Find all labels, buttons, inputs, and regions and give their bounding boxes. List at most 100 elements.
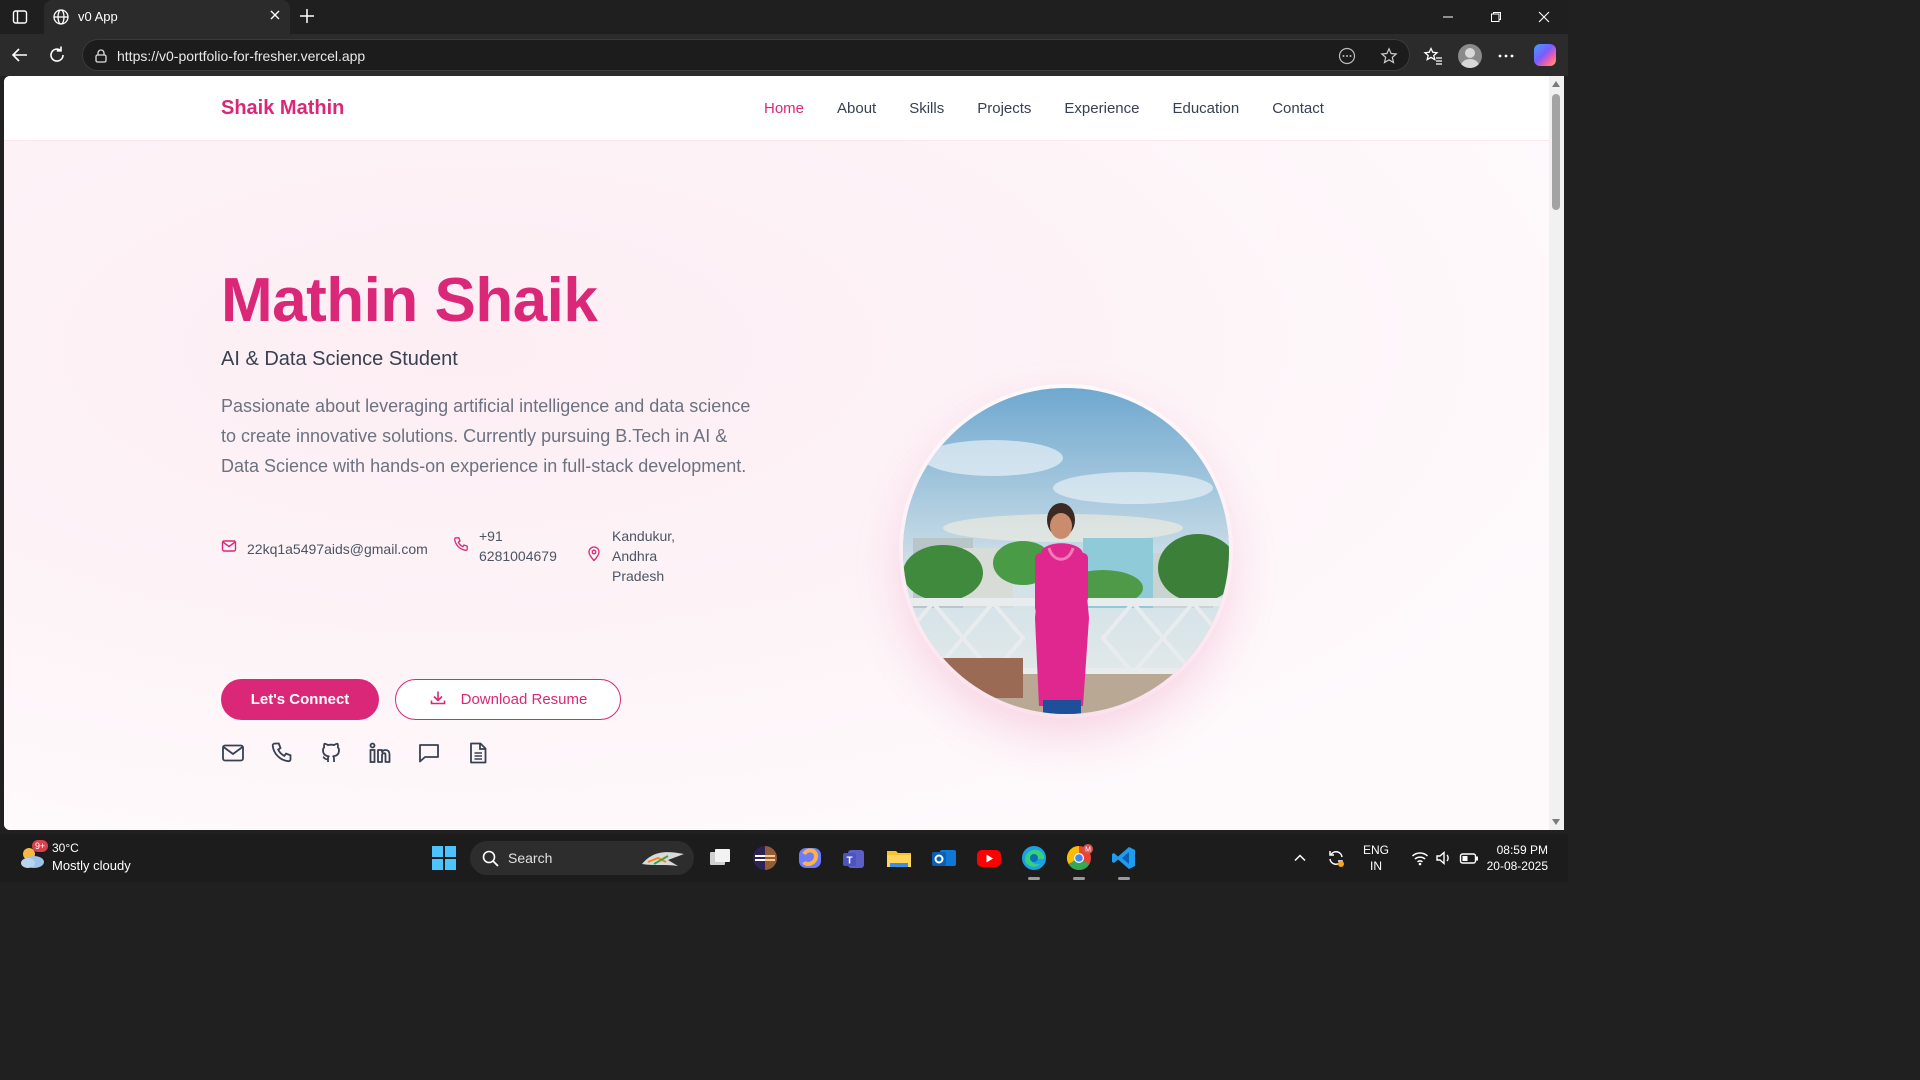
task-view-icon[interactable] <box>706 844 734 872</box>
nav-contact[interactable]: Contact <box>1272 100 1324 117</box>
clock-date: 20-08-2025 <box>1486 859 1548 873</box>
search-highlight-icon <box>638 846 688 870</box>
message-icon[interactable] <box>417 741 441 765</box>
system-tray: ENG IN <box>1292 834 1479 882</box>
sync-icon[interactable] <box>1326 848 1346 868</box>
copilot-app-icon[interactable] <box>796 844 824 872</box>
teams-icon[interactable]: T <box>840 844 868 872</box>
main-nav: Home About Skills Projects Experience Ed… <box>764 100 1324 117</box>
close-tab-icon[interactable] <box>268 8 282 27</box>
youtube-icon[interactable] <box>975 844 1003 872</box>
nav-projects[interactable]: Projects <box>977 100 1031 117</box>
hero-description: Passionate about leveraging artificial i… <box>221 396 751 476</box>
battery-icon[interactable] <box>1459 849 1479 867</box>
minimize-icon[interactable] <box>1424 0 1472 34</box>
close-window-icon[interactable] <box>1520 0 1568 34</box>
favorite-star-icon[interactable] <box>1380 47 1398 70</box>
hero-section: Mathin Shaik AI & Data Science Student P… <box>4 141 1549 830</box>
browser-tab-bar: v0 App <box>0 0 1568 34</box>
phone-icon[interactable] <box>270 741 294 765</box>
window-controls <box>1424 0 1568 34</box>
nav-about[interactable]: About <box>837 100 876 117</box>
nav-skills[interactable]: Skills <box>909 100 944 117</box>
tab-title: v0 App <box>78 9 118 24</box>
download-icon <box>429 689 447 711</box>
mail-icon <box>221 538 237 559</box>
browser-tab[interactable]: v0 App <box>44 0 290 34</box>
settings-more-icon[interactable] <box>1494 44 1518 68</box>
scroll-up-icon[interactable] <box>1552 81 1560 87</box>
contact-email: 22kq1a5497aids@gmail.com <box>221 538 428 559</box>
page-scrollbar[interactable] <box>1549 76 1564 830</box>
profile-photo <box>903 388 1229 714</box>
phone-number: 6281004679 <box>479 548 557 564</box>
site-header: Shaik Mathin Home About Skills Projects … <box>4 76 1549 141</box>
svg-text:T: T <box>846 856 852 867</box>
hero-role: AI & Data Science Student <box>221 348 458 370</box>
download-resume-label: Download Resume <box>460 691 588 708</box>
linkedin-icon[interactable] <box>368 741 392 765</box>
copilot-icon[interactable] <box>1534 44 1556 66</box>
volume-icon[interactable] <box>1435 849 1453 867</box>
temperature-text: 30°C <box>52 841 79 855</box>
chrome-icon[interactable]: M <box>1065 844 1093 880</box>
nav-education[interactable]: Education <box>1172 100 1239 117</box>
clock-time: 08:59 PM <box>1496 843 1548 857</box>
language-indicator[interactable]: ENG IN <box>1363 842 1389 874</box>
favorites-list-icon[interactable] <box>1421 44 1445 68</box>
new-tab-icon[interactable] <box>298 7 316 30</box>
location-pin-icon <box>586 545 602 567</box>
windows-taskbar: 9+ 30°C Mostly cloudy Search T M ENG IN … <box>0 834 1568 882</box>
eclipse-icon[interactable] <box>751 844 779 872</box>
page-viewport: Shaik Mathin Home About Skills Projects … <box>4 76 1549 830</box>
tab-actions-icon[interactable] <box>10 7 30 27</box>
back-arrow-icon[interactable] <box>9 44 31 66</box>
nav-home[interactable]: Home <box>764 100 804 117</box>
wifi-icon[interactable] <box>1411 849 1429 867</box>
phone-text: +91 6281004679 <box>479 526 557 566</box>
scrollbar-thumb[interactable] <box>1552 94 1560 210</box>
edge-icon[interactable] <box>1020 844 1048 880</box>
weather-condition-text: Mostly cloudy <box>52 858 131 873</box>
mail-icon[interactable] <box>221 741 245 765</box>
globe-icon <box>52 8 70 31</box>
email-text: 22kq1a5497aids@gmail.com <box>247 540 428 557</box>
scroll-down-icon[interactable] <box>1552 819 1560 825</box>
location-text: Kandukur, Andhra Pradesh <box>612 526 675 586</box>
taskbar-search[interactable]: Search <box>470 841 694 875</box>
file-explorer-icon[interactable] <box>885 844 913 872</box>
contact-location: Kandukur, Andhra Pradesh <box>586 526 675 586</box>
download-resume-button[interactable]: Download Resume <box>395 679 621 720</box>
lets-connect-button[interactable]: Let's Connect <box>221 679 379 720</box>
more-options-circle-icon[interactable] <box>1338 47 1356 70</box>
address-toolbar: https://v0-portfolio-for-fresher.vercel.… <box>0 34 1568 76</box>
brand-logo-text[interactable]: Shaik Mathin <box>221 97 344 120</box>
region-code: IN <box>1370 859 1382 873</box>
contact-phone: +91 6281004679 <box>453 526 557 566</box>
vscode-icon[interactable] <box>1110 844 1138 880</box>
url-bar[interactable]: https://v0-portfolio-for-fresher.vercel.… <box>82 39 1410 71</box>
phone-icon <box>453 536 469 557</box>
chevron-up-icon[interactable] <box>1292 850 1308 866</box>
social-links <box>221 741 490 765</box>
outlook-icon[interactable] <box>930 844 958 872</box>
windows-start-icon[interactable] <box>432 846 456 870</box>
search-label: Search <box>508 850 553 866</box>
restore-icon[interactable] <box>1472 0 1520 34</box>
language-code: ENG <box>1363 843 1390 857</box>
github-icon[interactable] <box>319 741 343 765</box>
phone-prefix: +91 <box>479 528 503 544</box>
svg-text:M: M <box>1085 847 1091 854</box>
site-info-icon[interactable] <box>93 48 109 69</box>
refresh-icon[interactable] <box>46 44 68 66</box>
profile-avatar[interactable] <box>1458 44 1482 68</box>
document-icon[interactable] <box>466 741 490 765</box>
weather-badge: 9+ <box>32 840 49 852</box>
location-line-2: Pradesh <box>612 568 665 584</box>
hero-name: Mathin Shaik <box>221 266 598 335</box>
nav-experience[interactable]: Experience <box>1064 100 1139 117</box>
location-line-1: Kandukur, Andhra <box>612 528 676 564</box>
taskbar-clock[interactable]: 08:59 PM 20-08-2025 <box>1487 842 1548 874</box>
search-icon <box>482 850 499 872</box>
url-text: https://v0-portfolio-for-fresher.vercel.… <box>117 48 366 64</box>
